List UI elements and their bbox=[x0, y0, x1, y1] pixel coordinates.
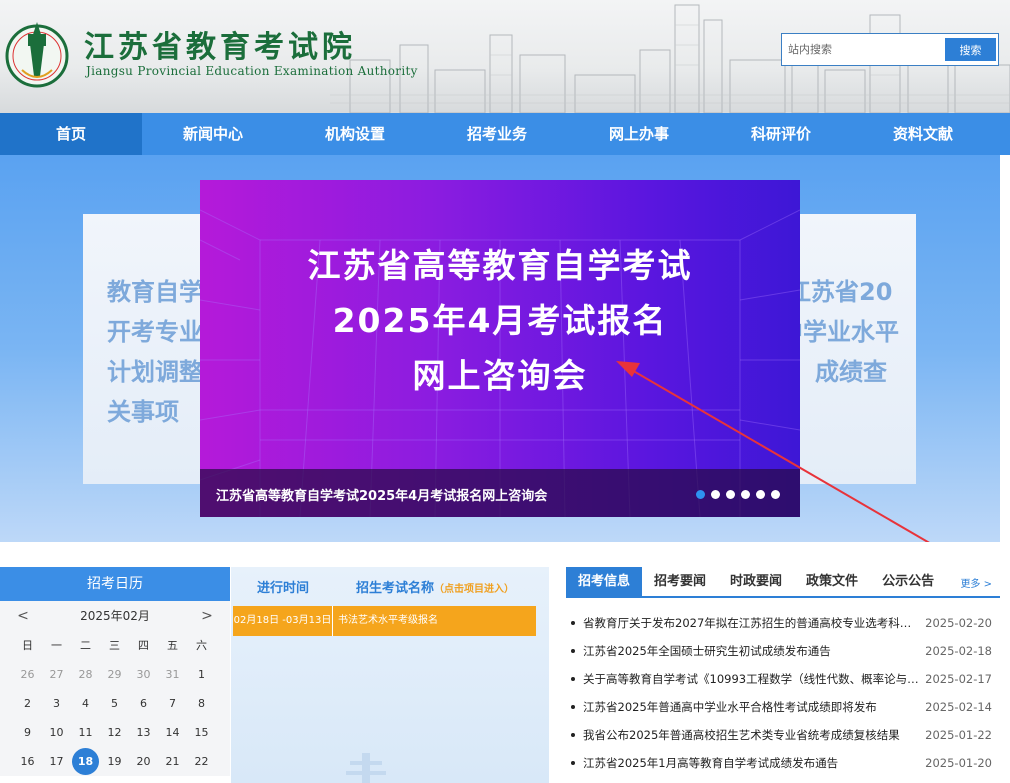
calendar-day[interactable]: 2 bbox=[13, 689, 42, 718]
calendar-day[interactable]: 26 bbox=[13, 660, 42, 689]
nav-item-research[interactable]: 科研评价 bbox=[710, 113, 852, 155]
news-panel: 招考信息 招考要闻 时政要闻 政策文件 公示公告 更多 > 省教育厅关于发布20… bbox=[566, 567, 1000, 783]
calendar-day[interactable]: 30 bbox=[129, 660, 158, 689]
site-header: 江苏省教育考试院 Jiangsu Provincial Education Ex… bbox=[0, 0, 1010, 113]
calendar-day[interactable]: 12 bbox=[100, 718, 129, 747]
tab-politics-news[interactable]: 时政要闻 bbox=[718, 567, 794, 596]
nav-item-admission[interactable]: 招考业务 bbox=[426, 113, 568, 155]
news-title: 省教育厅关于发布2027年拟在江苏招生的普通高校专业选考科目要求的通知 bbox=[583, 616, 919, 630]
news-date: 2025-02-14 bbox=[925, 700, 992, 714]
weekday-label: 六 bbox=[196, 639, 207, 652]
chevron-left-icon[interactable]: < bbox=[8, 601, 38, 631]
calendar-month-bar: < 2025年02月 > bbox=[0, 601, 230, 631]
calendar-day[interactable]: 29 bbox=[100, 660, 129, 689]
news-list: 省教育厅关于发布2027年拟在江苏招生的普通高校专业选考科目要求的通知 2025-… bbox=[566, 598, 1000, 777]
calendar-day[interactable]: 4 bbox=[71, 689, 100, 718]
list-item[interactable]: 江苏省2025年全国硕士研究生初试成绩发布通告 2025-02-18 bbox=[566, 637, 1000, 665]
calendar-day[interactable]: 5 bbox=[100, 689, 129, 718]
news-title: 关于高等教育自学考试《10993工程数学（线性代数、概率论与数理统计）》课程 bbox=[583, 672, 919, 686]
banner-carousel: 教育自学 开考专业 计划调整 关事项 江苏省20 中学业水平 成绩查 bbox=[0, 155, 1000, 542]
chevron-right-icon[interactable]: > bbox=[192, 601, 222, 631]
search-button[interactable]: 搜索 bbox=[945, 38, 996, 61]
calendar-day[interactable]: 19 bbox=[100, 747, 129, 776]
calendar-day-today[interactable]: 18 bbox=[71, 747, 100, 776]
list-item[interactable]: 江苏省2025年1月高等教育自学考试成绩发布通告 2025-01-20 bbox=[566, 749, 1000, 777]
tab-admission-info[interactable]: 招考信息 bbox=[566, 567, 643, 596]
tab-announcements[interactable]: 公示公告 bbox=[870, 567, 946, 596]
news-date: 2025-02-17 bbox=[925, 672, 992, 686]
calendar-day[interactable]: 20 bbox=[129, 747, 158, 776]
tab-policy-docs[interactable]: 政策文件 bbox=[794, 567, 870, 596]
main-nav: 首页 新闻中心 机构设置 招考业务 网上办事 科研评价 资料文献 bbox=[0, 113, 1010, 155]
weekday-label: 五 bbox=[167, 639, 178, 652]
search-input[interactable] bbox=[788, 38, 938, 61]
news-title: 江苏省2025年1月高等教育自学考试成绩发布通告 bbox=[583, 756, 839, 770]
calendar-day[interactable]: 1 bbox=[187, 660, 216, 689]
news-title: 江苏省2025年普通高中学业水平合格性考试成绩即将发布 bbox=[583, 700, 877, 714]
calendar-day[interactable]: 21 bbox=[158, 747, 187, 776]
list-item[interactable]: 省教育厅关于发布2027年拟在江苏招生的普通高校专业选考科目要求的通知 2025-… bbox=[566, 609, 1000, 637]
calendar-day[interactable]: 10 bbox=[42, 718, 71, 747]
calendar-day[interactable]: 28 bbox=[71, 660, 100, 689]
weekday-label: 一 bbox=[51, 639, 62, 652]
nav-item-online-service[interactable]: 网上办事 bbox=[568, 113, 710, 155]
news-date: 2025-02-18 bbox=[925, 644, 992, 658]
nav-item-documents[interactable]: 资料文献 bbox=[852, 113, 994, 155]
news-date: 2025-02-20 bbox=[925, 616, 992, 630]
calendar-day[interactable]: 8 bbox=[187, 689, 216, 718]
exam-schedule-header: 进行时间 招生考试名称（点击项目进入） bbox=[231, 567, 549, 605]
calendar-day[interactable]: 22 bbox=[187, 747, 216, 776]
list-item[interactable]: 关于高等教育自学考试《10993工程数学（线性代数、概率论与数理统计）》课程 20… bbox=[566, 665, 1000, 693]
authority-logo-icon bbox=[5, 22, 69, 88]
tab-admission-news[interactable]: 招考要闻 bbox=[642, 567, 718, 596]
nav-item-news[interactable]: 新闻中心 bbox=[142, 113, 284, 155]
calendar-day[interactable]: 16 bbox=[13, 747, 42, 776]
today-marker: 18 bbox=[72, 748, 99, 775]
more-link[interactable]: 更多 > bbox=[960, 575, 992, 590]
news-date: 2025-01-20 bbox=[925, 756, 992, 770]
news-date: 2025-01-22 bbox=[925, 728, 992, 742]
calendar-day[interactable]: 14 bbox=[158, 718, 187, 747]
weekday-label: 四 bbox=[138, 639, 149, 652]
weekday-label: 三 bbox=[109, 639, 120, 652]
site-subtitle: Jiangsu Provincial Education Examination… bbox=[86, 64, 418, 78]
weekday-label: 日 bbox=[22, 639, 33, 652]
calendar-grid: 日 一 二 三 四 五 六 26 27 28 29 30 31 1 2 3 4 … bbox=[0, 631, 230, 776]
calendar-day[interactable]: 17 bbox=[42, 747, 71, 776]
calendar-day[interactable]: 13 bbox=[129, 718, 158, 747]
col-name-header: 招生考试名称 bbox=[355, 580, 434, 596]
nav-item-organization[interactable]: 机构设置 bbox=[284, 113, 426, 155]
red-arrow-annotation-icon bbox=[616, 361, 930, 542]
calendar-day[interactable]: 9 bbox=[13, 718, 42, 747]
exam-schedule-panel: 进行时间 招生考试名称（点击项目进入） 02月18日 -03月13日 书法艺术水… bbox=[231, 567, 549, 783]
exam-date: 02月18日 -03月13日 bbox=[233, 606, 333, 636]
news-title: 我省公布2025年普通高校招生艺术类专业省统考成绩复核结果 bbox=[583, 728, 900, 742]
calendar-month: 2025年02月 bbox=[80, 609, 150, 623]
exam-calendar: 招考日历 < 2025年02月 > 日 一 二 三 四 五 六 26 27 28… bbox=[0, 567, 230, 783]
exam-name: 书法艺术水平考级报名 bbox=[338, 615, 438, 626]
calendar-day[interactable]: 15 bbox=[187, 718, 216, 747]
exam-row[interactable]: 02月18日 -03月13日 书法艺术水平考级报名 bbox=[233, 606, 536, 636]
news-tabs: 招考信息 招考要闻 时政要闻 政策文件 公示公告 更多 > bbox=[566, 567, 1000, 598]
search-box: 搜索 bbox=[781, 33, 999, 66]
list-item[interactable]: 我省公布2025年普通高校招生艺术类专业省统考成绩复核结果 2025-01-22 bbox=[566, 721, 1000, 749]
weekday-label: 二 bbox=[80, 639, 91, 652]
pagoda-silhouette-icon bbox=[346, 753, 386, 783]
site-title: 江苏省教育考试院 bbox=[84, 30, 356, 65]
calendar-day[interactable]: 11 bbox=[71, 718, 100, 747]
calendar-day[interactable]: 27 bbox=[42, 660, 71, 689]
calendar-header: 招考日历 bbox=[0, 567, 230, 601]
calendar-day[interactable]: 7 bbox=[158, 689, 187, 718]
calendar-day[interactable]: 6 bbox=[129, 689, 158, 718]
calendar-day[interactable]: 31 bbox=[158, 660, 187, 689]
list-item[interactable]: 江苏省2025年普通高中学业水平合格性考试成绩即将发布 2025-02-14 bbox=[566, 693, 1000, 721]
news-title: 江苏省2025年全国硕士研究生初试成绩发布通告 bbox=[583, 644, 831, 658]
calendar-day[interactable]: 3 bbox=[42, 689, 71, 718]
nav-item-home[interactable]: 首页 bbox=[0, 113, 142, 155]
col-time-header: 进行时间 bbox=[256, 580, 309, 596]
col-name-hint: （点击项目进入） bbox=[434, 583, 514, 595]
